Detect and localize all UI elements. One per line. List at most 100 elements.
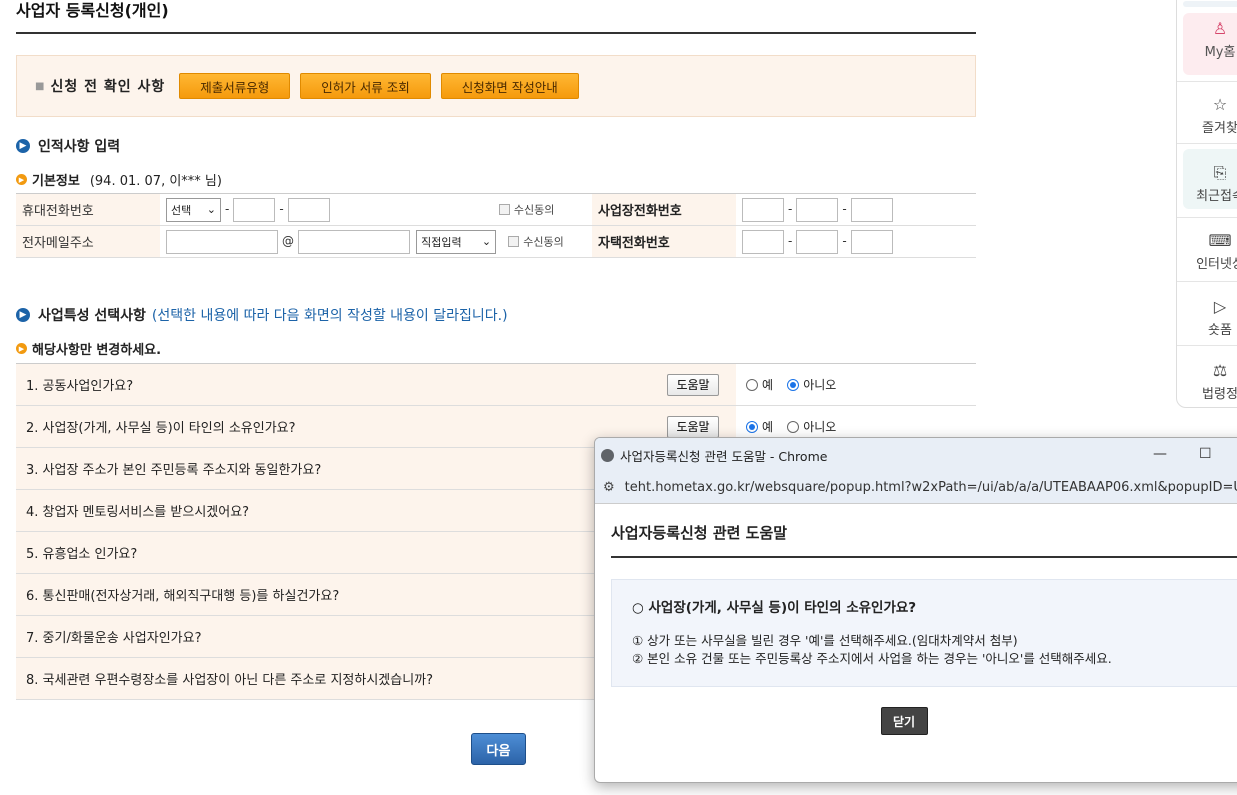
star-icon: ☆ bbox=[1212, 95, 1228, 114]
divider bbox=[1177, 281, 1237, 282]
side-label: 숏폼 bbox=[1208, 323, 1232, 338]
document-type-button[interactable]: 제출서류유형 bbox=[179, 73, 291, 99]
side-item-favorites[interactable]: ☆ 즐겨찾 bbox=[1185, 95, 1237, 136]
yes-radio[interactable] bbox=[746, 420, 758, 433]
divider bbox=[1177, 143, 1237, 144]
mobile-mid-input[interactable] bbox=[233, 197, 276, 222]
side-label: 법령정 bbox=[1202, 387, 1237, 402]
basic-info-label: 기본정보 bbox=[32, 174, 80, 189]
answer-cell: 예 아니오 bbox=[736, 363, 976, 406]
no-radio[interactable] bbox=[787, 378, 800, 391]
no-radio[interactable] bbox=[787, 420, 800, 433]
table-row: 휴대전화번호 선택 ⌄ - - 수신동의 사업장전화번호 -- bbox=[16, 193, 976, 226]
side-item-shortform[interactable]: ▷ 숏폼 bbox=[1185, 297, 1237, 338]
personal-section-label: 인적사항 입력 bbox=[38, 139, 121, 155]
help-button[interactable]: 도움말 bbox=[667, 415, 719, 438]
biz-phone-label: 사업장전화번호 bbox=[592, 193, 736, 226]
side-item-law[interactable]: ⚖ 법령정 bbox=[1185, 361, 1237, 402]
email-domain-input[interactable] bbox=[298, 229, 410, 254]
dash: - bbox=[842, 202, 847, 216]
side-item-my-home[interactable]: ♙ My홈 bbox=[1185, 19, 1237, 60]
no-label: 아니오 bbox=[803, 378, 837, 392]
popup-body: 사업자등록신청 관련 도움말 ○ 사업장(가게, 사무실 등)이 타인의 소유인… bbox=[595, 504, 1237, 751]
side-item-recent[interactable]: ⎘ 최근접속 bbox=[1185, 163, 1237, 204]
license-lookup-button[interactable]: 인허가 서류 조회 bbox=[300, 73, 431, 99]
help-button[interactable]: 도움말 bbox=[667, 373, 719, 396]
yes-radio[interactable] bbox=[746, 378, 758, 391]
birth-name-info: (94. 01. 07, 이*** 님) bbox=[89, 174, 222, 189]
mobile-cell: 선택 ⌄ - - 수신동의 bbox=[160, 193, 592, 226]
pre-check-box: ■ 신청 전 확인 사항 제출서류유형 인허가 서류 조회 신청화면 작성안내 bbox=[16, 55, 976, 117]
biz-phone-area-input[interactable] bbox=[742, 197, 784, 222]
email-id-input[interactable] bbox=[166, 229, 278, 254]
side-item-internet[interactable]: ⌨ 인터넷상 bbox=[1185, 231, 1237, 272]
business-section-title: ▶ 사업특성 선택사항 (선택한 내용에 따라 다음 화면의 작성할 내용이 달… bbox=[16, 305, 976, 325]
business-section-note: (선택한 내용에 따라 다음 화면의 작성할 내용이 달라집니다.) bbox=[151, 308, 508, 324]
side-label: My홈 bbox=[1204, 45, 1236, 60]
dash: - bbox=[788, 202, 793, 216]
email-domain-select[interactable]: 직접입력 ⌄ bbox=[416, 229, 497, 254]
contact-table: 휴대전화번호 선택 ⌄ - - 수신동의 사업장전화번호 -- 전자메일주소 @ 직접… bbox=[16, 193, 976, 258]
email-label: 전자메일주소 bbox=[16, 225, 160, 258]
site-settings-icon[interactable]: ⚙ bbox=[603, 480, 615, 495]
chevron-down-icon: ⌄ bbox=[206, 203, 216, 216]
popup-url-bar[interactable]: ⚙ teht.hometax.go.kr/websquare/popup.htm… bbox=[595, 472, 1237, 504]
arrow-right-icon: ▶ bbox=[16, 308, 30, 322]
biz-phone-mid-input[interactable] bbox=[796, 197, 839, 222]
popup-title-bar[interactable]: 사업자등록신청 관련 도움말 - Chrome — ☐ bbox=[595, 438, 1237, 472]
circle-icon: ○ bbox=[632, 600, 649, 616]
dash: - bbox=[225, 202, 230, 216]
change-only-title: ▶ 해당사항만 변경하세요. bbox=[16, 339, 976, 358]
yes-label: 예 bbox=[762, 378, 774, 392]
change-only-label: 해당사항만 변경하세요. bbox=[32, 343, 162, 358]
no-label: 아니오 bbox=[803, 420, 837, 434]
popup-heading: 사업자등록신청 관련 도움말 bbox=[611, 520, 1237, 558]
help-popup-window: 사업자등록신청 관련 도움말 - Chrome — ☐ ⚙ teht.homet… bbox=[594, 437, 1237, 783]
writing-guide-button[interactable]: 신청화면 작성안내 bbox=[440, 73, 579, 99]
panel-top-item bbox=[1183, 1, 1237, 7]
email-consent[interactable]: 수신동의 bbox=[508, 234, 564, 249]
mobile-last-input[interactable] bbox=[287, 197, 330, 222]
bullet-icon: ■ bbox=[35, 80, 45, 92]
table-row: 전자메일주소 @ 직접입력 ⌄ 수신동의 자택전화번호 -- bbox=[16, 225, 976, 258]
consent-label: 수신동의 bbox=[513, 203, 555, 217]
pre-check-label: 신청 전 확인 사항 bbox=[50, 79, 166, 95]
quick-menu-panel: ♙ My홈 ☆ 즐겨찾 ⎘ 최근접속 ⌨ 인터넷상 ▷ 숏폼 ⚖ 법령정 bbox=[1176, 0, 1237, 408]
next-button[interactable]: 다음 bbox=[471, 733, 526, 765]
help-question: ○ 사업장(가게, 사무실 등)이 타인의 소유인가요? bbox=[632, 596, 1230, 616]
question-text: 1. 공동사업인가요? bbox=[16, 363, 650, 406]
home-phone-cell: -- bbox=[736, 225, 976, 258]
divider bbox=[1177, 81, 1237, 82]
basic-info-title: ▶ 기본정보 (94. 01. 07, 이*** 님) bbox=[16, 170, 976, 189]
mobile-prefix-select[interactable]: 선택 ⌄ bbox=[166, 197, 221, 222]
minimize-icon[interactable]: — bbox=[1153, 446, 1167, 462]
chevron-down-icon: ⌄ bbox=[481, 235, 492, 248]
at-sign: @ bbox=[282, 234, 294, 248]
maximize-icon[interactable]: ☐ bbox=[1199, 446, 1212, 462]
consent-checkbox[interactable] bbox=[508, 236, 520, 247]
biz-phone-last-input[interactable] bbox=[850, 197, 893, 222]
dash: - bbox=[842, 234, 847, 248]
email-cell: @ 직접입력 ⌄ 수신동의 bbox=[160, 225, 592, 258]
laptop-icon: ⌨ bbox=[1208, 231, 1232, 250]
table-row: 1. 공동사업인가요? 도움말 예 아니오 bbox=[16, 363, 976, 406]
business-section-label: 사업특성 선택사항 bbox=[38, 308, 146, 324]
mobile-prefix-value: 선택 bbox=[171, 203, 192, 217]
mobile-label: 휴대전화번호 bbox=[16, 193, 160, 226]
popup-url: teht.hometax.go.kr/websquare/popup.html?… bbox=[624, 480, 1237, 495]
dash: - bbox=[279, 202, 284, 216]
arrow-right-icon: ▶ bbox=[16, 343, 27, 354]
home-phone-mid-input[interactable] bbox=[796, 229, 839, 254]
consent-checkbox[interactable] bbox=[498, 204, 510, 215]
home-phone-area-input[interactable] bbox=[742, 229, 784, 254]
home-phone-last-input[interactable] bbox=[850, 229, 893, 254]
arrow-right-icon: ▶ bbox=[16, 174, 27, 185]
mobile-consent[interactable]: 수신동의 bbox=[498, 202, 555, 217]
dash: - bbox=[788, 234, 793, 248]
divider bbox=[1177, 345, 1237, 346]
divider bbox=[1177, 217, 1237, 218]
close-button[interactable]: 닫기 bbox=[880, 707, 928, 735]
consent-label: 수신동의 bbox=[523, 235, 564, 249]
side-label: 즐겨찾 bbox=[1202, 121, 1237, 136]
arrow-right-icon: ▶ bbox=[16, 139, 30, 153]
